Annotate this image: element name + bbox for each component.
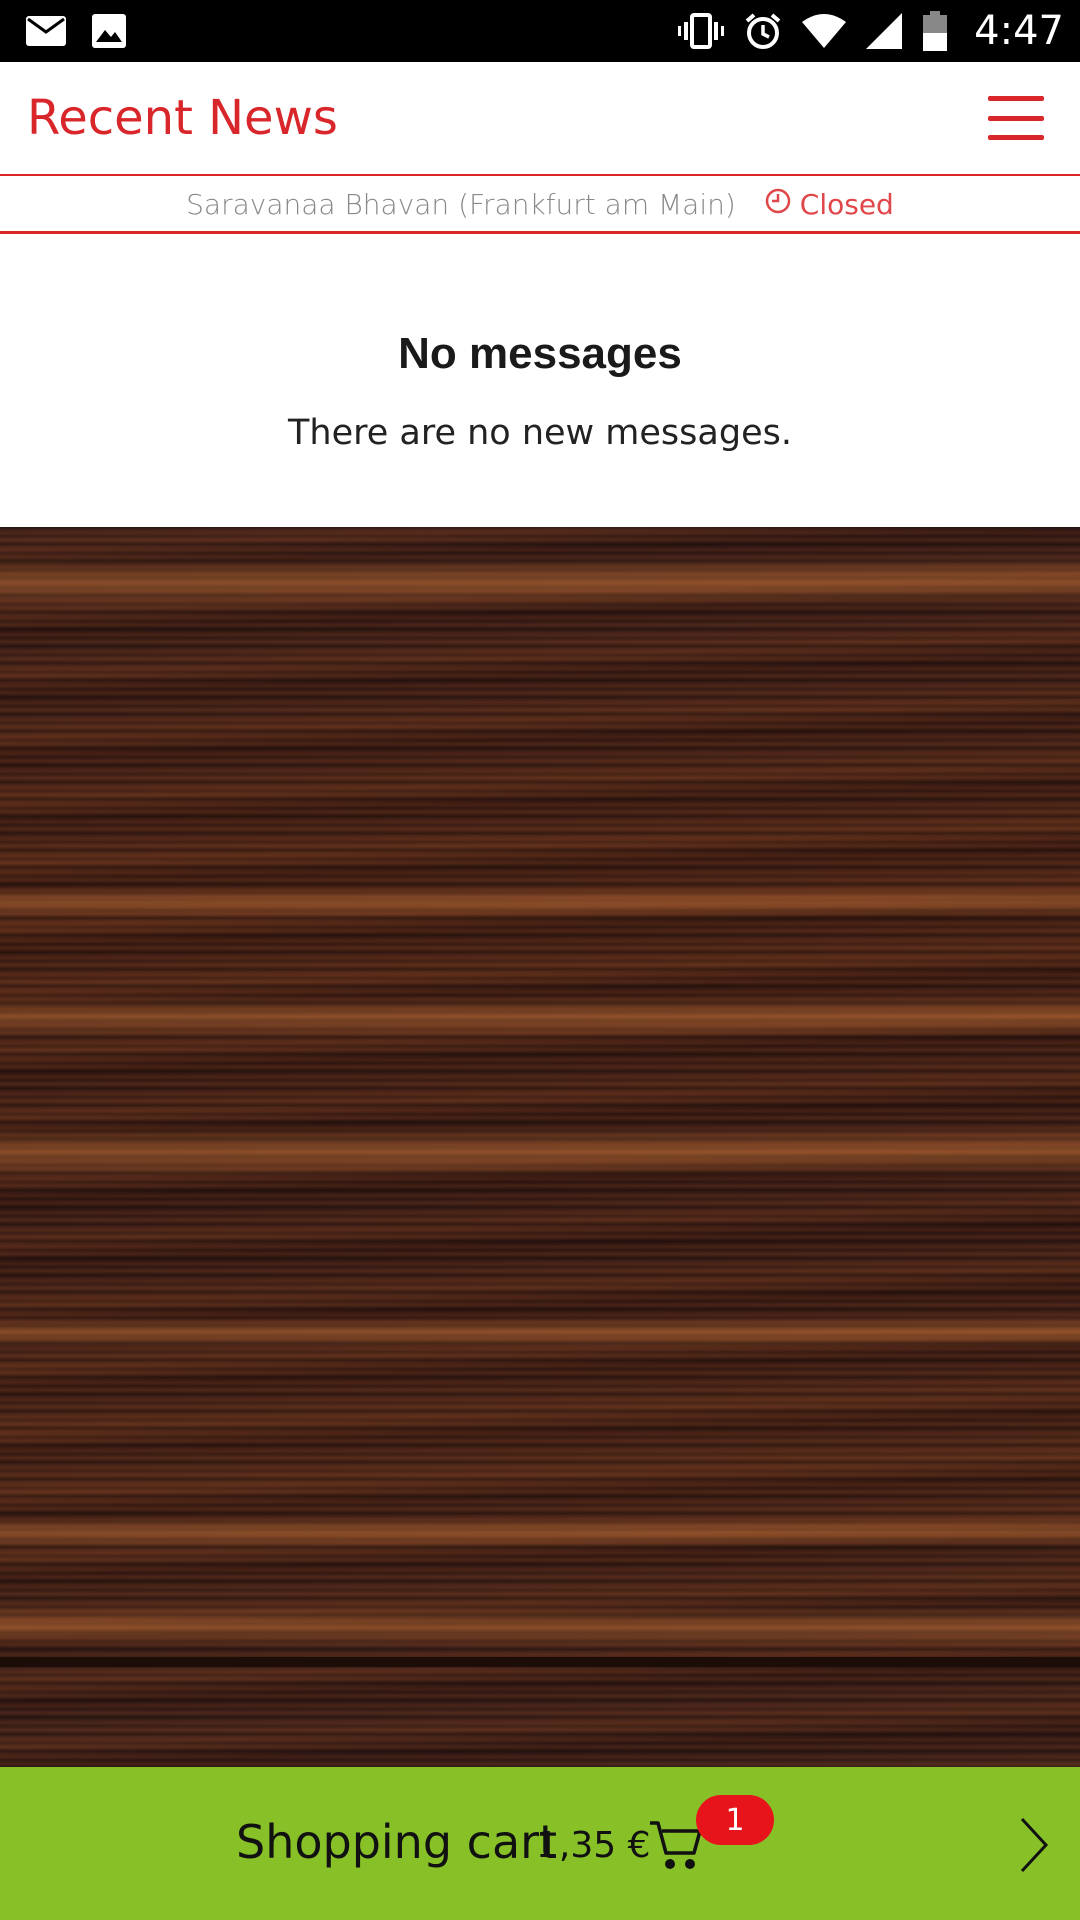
app-header: Recent News xyxy=(0,62,1080,176)
wood-grain xyxy=(0,1607,1080,1647)
status-bar-notifications xyxy=(26,14,126,48)
page-title: Recent News xyxy=(27,90,338,146)
wifi-icon xyxy=(802,14,847,48)
restaurant-bar[interactable]: Saravanaa Bhavan (Frankfurt am Main) Clo… xyxy=(0,178,1080,234)
wood-seam xyxy=(0,1657,1080,1667)
alarm-icon xyxy=(744,12,782,50)
cart-label: Shopping cart xyxy=(236,1815,558,1869)
wood-background-image xyxy=(0,527,1080,1767)
app-screen: 4:47 Recent News Saravanaa Bhavan (Frank… xyxy=(0,0,1080,1920)
menu-line xyxy=(988,115,1044,121)
mail-icon xyxy=(26,16,66,46)
opening-status: Closed xyxy=(799,188,894,221)
shopping-cart-bar[interactable]: Shopping cart 1,35 € 1 xyxy=(0,1767,1080,1920)
vibrate-icon xyxy=(678,13,725,49)
menu-line xyxy=(988,96,1044,101)
status-badge: Closed xyxy=(764,187,894,222)
restaurant-name: Saravanaa Bhavan (Frankfurt am Main) xyxy=(186,188,736,221)
cart-total: 1,35 € xyxy=(536,1825,651,1866)
hamburger-menu-icon[interactable] xyxy=(988,96,1044,140)
battery-icon xyxy=(922,11,948,51)
wood-grain xyxy=(0,1127,1080,1177)
status-bar-system: 4:47 xyxy=(678,8,1064,54)
messages-subtitle: There are no new messages. xyxy=(288,413,792,453)
wood-grain xyxy=(0,1317,1080,1347)
status-bar: 4:47 xyxy=(0,0,1080,62)
image-icon xyxy=(92,14,126,48)
wood-grain xyxy=(0,997,1080,1037)
wood-grain xyxy=(0,887,1080,917)
shopping-cart-icon[interactable] xyxy=(648,1819,704,1878)
messages-panel: No messages There are no new messages. xyxy=(0,237,1080,527)
signal-icon xyxy=(866,13,903,49)
status-time: 4:47 xyxy=(974,8,1064,54)
cart-count-badge: 1 xyxy=(696,1795,774,1845)
chevron-right-icon[interactable] xyxy=(1018,1817,1050,1878)
menu-line xyxy=(988,135,1044,140)
messages-title: No messages xyxy=(398,329,682,378)
wood-grain xyxy=(0,557,1080,607)
wood-grain xyxy=(0,1517,1080,1547)
clock-icon xyxy=(764,187,792,222)
